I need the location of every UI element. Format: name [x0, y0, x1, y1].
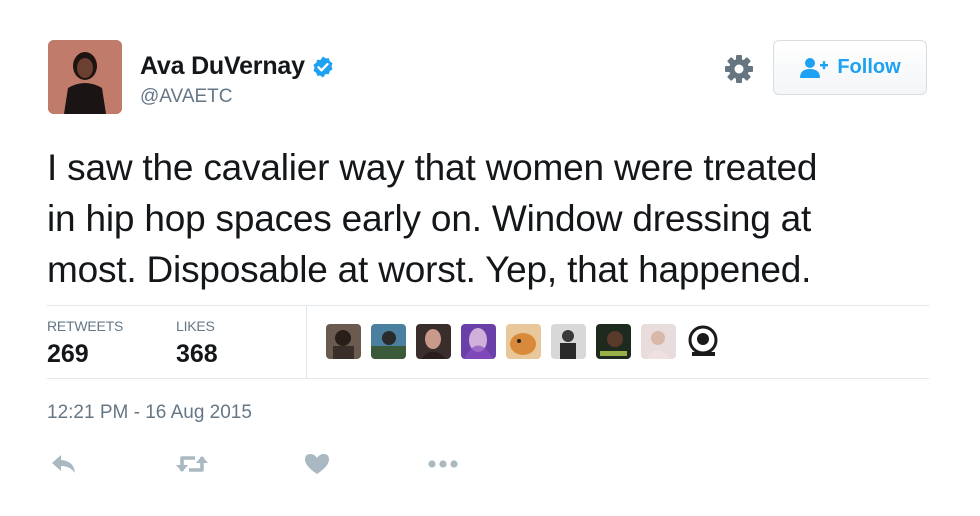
more-icon[interactable]	[427, 452, 459, 476]
divider	[47, 305, 929, 306]
like-icon[interactable]	[304, 452, 330, 476]
reply-icon[interactable]	[50, 452, 78, 476]
add-user-icon	[800, 57, 829, 78]
likes-stat[interactable]: LIKES 368	[176, 318, 218, 369]
stats-divider	[306, 306, 307, 378]
liker-avatar[interactable]	[596, 324, 631, 359]
liker-avatars	[326, 324, 731, 359]
retweet-icon[interactable]	[175, 452, 209, 476]
tweet-line: most. Disposable at worst. Yep, that hap…	[47, 249, 812, 290]
liker-avatar[interactable]	[551, 324, 586, 359]
author-name-row: Ava DuVernay	[140, 52, 335, 81]
liker-avatar[interactable]	[326, 324, 361, 359]
verified-badge-icon	[313, 56, 333, 77]
tweet-text: I saw the cavalier way that women were t…	[47, 142, 947, 295]
tweet-timestamp[interactable]: 12:21 PM - 16 Aug 2015	[47, 402, 252, 424]
retweets-count: 269	[47, 340, 89, 368]
divider	[47, 378, 929, 379]
retweets-stat[interactable]: RETWEETS 269	[47, 318, 123, 369]
liker-avatar[interactable]	[371, 324, 406, 359]
retweets-label: RETWEETS	[47, 318, 124, 334]
author-handle[interactable]: @AVAETC	[140, 86, 233, 108]
follow-button-label: Follow	[837, 56, 901, 78]
liker-avatar[interactable]	[461, 324, 496, 359]
liker-avatar[interactable]	[506, 324, 541, 359]
tweet-line: I saw the cavalier way that women were t…	[47, 147, 818, 188]
liker-avatar[interactable]	[686, 324, 721, 359]
likes-label: LIKES	[176, 318, 215, 334]
follow-button[interactable]: Follow	[773, 40, 927, 95]
likes-count: 368	[176, 340, 218, 368]
liker-avatar[interactable]	[416, 324, 451, 359]
tweet-line: in hip hop spaces early on. Window dress…	[47, 198, 812, 239]
author-avatar[interactable]	[48, 40, 122, 114]
author-name[interactable]: Ava DuVernay	[140, 52, 305, 81]
gear-icon[interactable]	[722, 52, 756, 86]
liker-avatar[interactable]	[641, 324, 676, 359]
